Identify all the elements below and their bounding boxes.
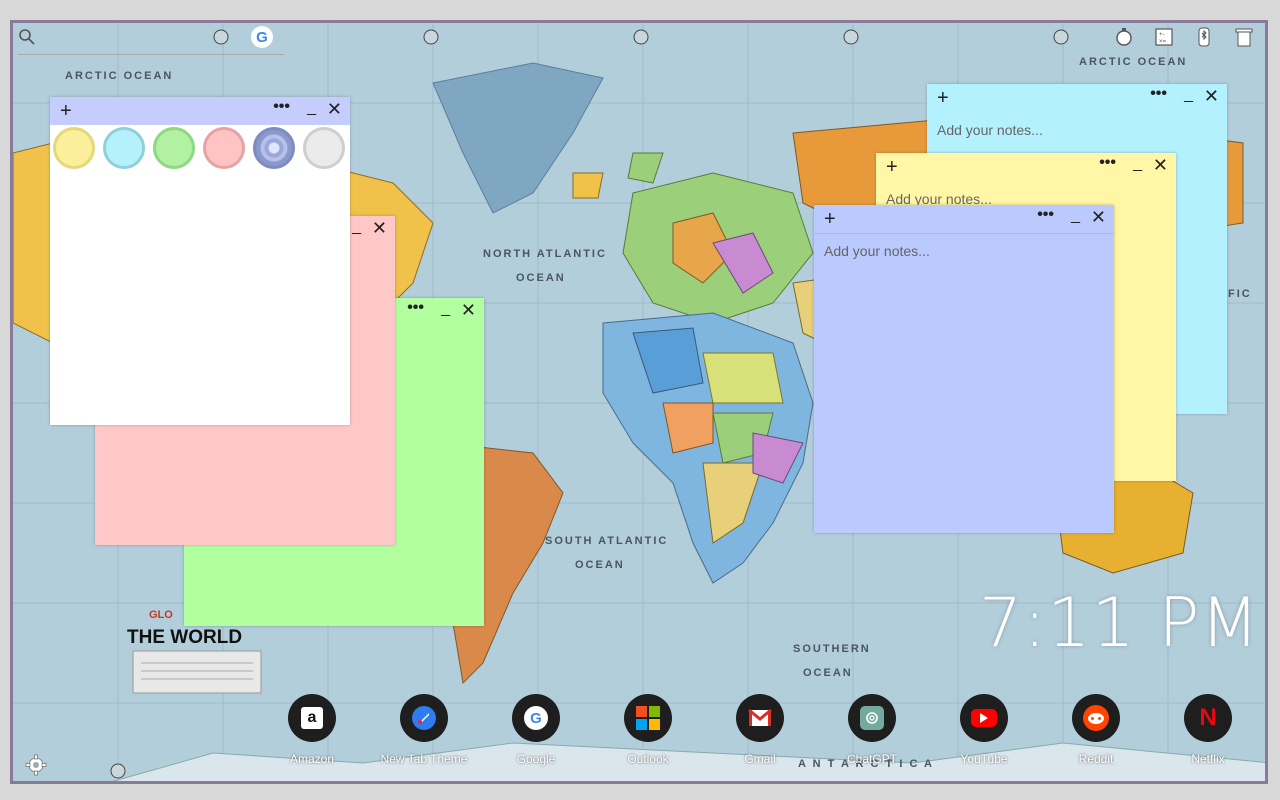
shortcut-new-tab-theme[interactable]: New Tab Theme <box>381 694 467 766</box>
shortcut-label: Gmail <box>744 752 776 766</box>
search-icon[interactable] <box>16 26 38 48</box>
shortcut-gmail[interactable]: Gmail <box>736 694 784 766</box>
arctic-ocean-label-right: ARCTIC OCEAN <box>1079 56 1188 68</box>
timer-icon[interactable] <box>1113 26 1135 48</box>
note-menu-button[interactable]: ••• <box>1099 154 1116 172</box>
amazon-icon: a <box>288 694 336 742</box>
map-title: THE WORLD <box>127 627 243 648</box>
gear-icon[interactable] <box>25 754 47 776</box>
add-note-button[interactable]: + <box>886 156 898 179</box>
close-note-button[interactable]: ✕ <box>1091 207 1106 228</box>
shortcut-label: New Tab Theme <box>380 752 468 766</box>
calculator-icon[interactable]: +- ×= <box>1153 26 1175 48</box>
note-white[interactable]: + ••• _ ✕ <box>50 97 350 425</box>
google-icon[interactable]: G <box>251 26 273 48</box>
close-note-button[interactable]: ✕ <box>327 99 342 120</box>
color-swatch-yellow[interactable] <box>53 127 95 169</box>
minimize-note-button[interactable]: _ <box>1184 86 1193 104</box>
close-note-button[interactable]: ✕ <box>372 218 387 239</box>
trash-icon[interactable] <box>1233 26 1255 48</box>
shortcut-label: Outlook <box>627 752 669 766</box>
note-menu-button[interactable]: ••• <box>1150 85 1167 103</box>
shortcut-label: Amazon <box>289 752 335 766</box>
color-swatch-blue-selected[interactable] <box>253 127 295 169</box>
shortcut-label: Google <box>516 752 556 766</box>
note-menu-button[interactable]: ••• <box>407 299 424 317</box>
chatgpt-icon <box>848 694 896 742</box>
color-swatch-green[interactable] <box>153 127 195 169</box>
note-menu-button[interactable]: ••• <box>273 98 290 116</box>
southern-label: SOUTHERN <box>793 643 871 655</box>
minimize-note-button[interactable]: _ <box>352 218 361 236</box>
svg-text:+-: +- <box>1159 32 1165 38</box>
note-text-area[interactable]: Add your notes... <box>937 122 1043 138</box>
map-brand-label: GLO <box>149 609 173 621</box>
add-note-button[interactable]: + <box>937 87 949 110</box>
note-blue[interactable]: + ••• _ ✕ Add your notes... <box>814 205 1114 533</box>
color-swatch-gray[interactable] <box>303 127 345 169</box>
minimize-note-button[interactable]: _ <box>441 300 450 318</box>
note-header: + ••• _ ✕ <box>50 97 350 125</box>
bluetooth-icon[interactable] <box>1193 26 1215 48</box>
note-header: + ••• _ ✕ <box>876 153 1176 181</box>
shortcut-label: ChatGPT <box>846 752 898 766</box>
note-menu-button[interactable]: ••• <box>1037 206 1054 224</box>
note-header: + ••• _ ✕ <box>927 84 1227 112</box>
north-atlantic-ocean-label: OCEAN <box>516 272 566 284</box>
close-note-button[interactable]: ✕ <box>1204 86 1219 107</box>
shortcut-amazon[interactable]: a Amazon <box>288 694 336 766</box>
minimize-note-button[interactable]: _ <box>307 99 316 117</box>
new-tab-theme-icon <box>400 694 448 742</box>
shortcut-reddit[interactable]: Reddit <box>1072 694 1120 766</box>
reddit-icon <box>1072 694 1120 742</box>
netflix-icon: N <box>1184 694 1232 742</box>
southern-ocean-label: OCEAN <box>803 667 853 679</box>
note-text-area[interactable]: Add your notes... <box>824 243 930 259</box>
shortcut-label: Reddit <box>1078 752 1114 766</box>
youtube-icon <box>960 694 1008 742</box>
arctic-ocean-label-left: ARCTIC OCEAN <box>65 70 174 82</box>
shortcut-netflix[interactable]: N Netflix <box>1184 694 1232 766</box>
color-swatch-cyan[interactable] <box>103 127 145 169</box>
shortcut-youtube[interactable]: YouTube <box>960 694 1008 766</box>
shortcut-label: YouTube <box>960 752 1008 766</box>
minimize-note-button[interactable]: _ <box>1133 155 1142 173</box>
svg-text:×=: ×= <box>1159 39 1167 45</box>
shortcut-outlook[interactable]: Outlook <box>624 694 672 766</box>
add-note-button[interactable]: + <box>60 100 72 123</box>
minimize-note-button[interactable]: _ <box>1071 207 1080 225</box>
close-note-button[interactable]: ✕ <box>1153 155 1168 176</box>
close-note-button[interactable]: ✕ <box>461 300 476 321</box>
microsoft-icon <box>624 694 672 742</box>
color-swatch-pink[interactable] <box>203 127 245 169</box>
shortcut-label: Netflix <box>1191 752 1225 766</box>
search-underline <box>18 54 284 55</box>
google-icon: G <box>512 694 560 742</box>
north-atlantic-label: NORTH ATLANTIC <box>483 248 607 260</box>
note-header: + ••• _ ✕ <box>814 205 1114 234</box>
south-atlantic-ocean-label: OCEAN <box>575 559 625 571</box>
gmail-icon <box>736 694 784 742</box>
south-atlantic-label: SOUTH ATLANTIC <box>545 535 669 547</box>
add-note-button[interactable]: + <box>824 208 836 231</box>
shortcut-google[interactable]: G Google <box>512 694 560 766</box>
shortcut-chatgpt[interactable]: ChatGPT <box>847 694 897 766</box>
clock-time: 7:11 PM <box>979 584 1260 663</box>
